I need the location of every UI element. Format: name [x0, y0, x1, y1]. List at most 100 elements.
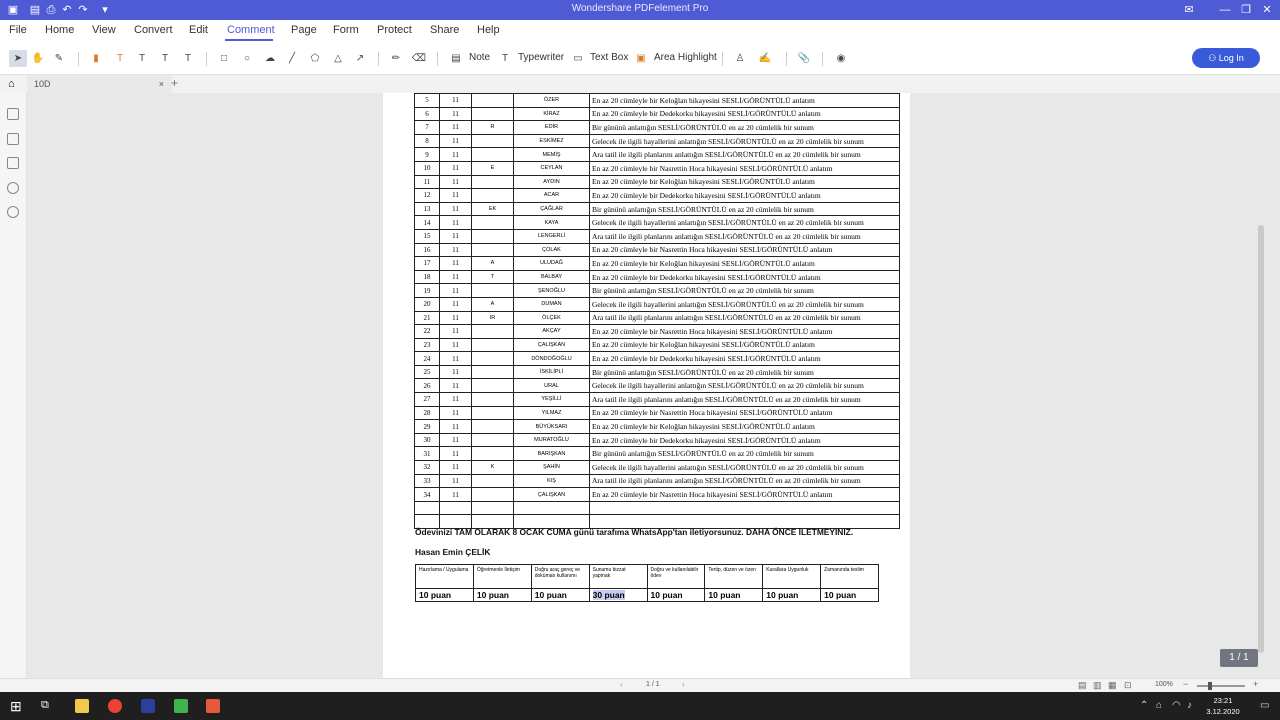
close-button[interactable]: ✕ [1255, 0, 1279, 20]
assignment-cell: Ara tatil ile ilgili planlarını anlattığ… [589, 228, 900, 244]
menu-help[interactable]: Help [477, 24, 500, 36]
network-icon[interactable]: ⌂ [1156, 700, 1162, 711]
menu-home[interactable]: Home [45, 24, 74, 36]
surname-cell: ŞENOĞLU [513, 283, 590, 298]
select-tool-icon[interactable]: ➤ [9, 50, 27, 67]
rubric-points: 10 puan [415, 588, 474, 602]
polygon-icon[interactable]: ⬠ [307, 50, 323, 67]
note-icon[interactable]: ▤ [448, 50, 464, 67]
system-clock[interactable]: 23:21 3.12.2020 [1200, 695, 1246, 717]
assignment-cell: Bir gününü anlattığın SESLİ/GÖRÜNTÜLÜ en… [589, 201, 900, 217]
typewriter-tool[interactable]: Typewriter [518, 52, 564, 63]
class-cell: 11 [439, 215, 472, 230]
row-number: 25 [414, 364, 440, 380]
row-number: 21 [414, 310, 440, 326]
zoom-slider-thumb[interactable] [1208, 682, 1212, 690]
textbox-icon[interactable]: ▭ [570, 50, 586, 67]
vertical-scrollbar[interactable] [1258, 225, 1264, 653]
home-icon[interactable]: ⌂ [8, 78, 15, 90]
pdfelement-icon[interactable] [141, 699, 155, 713]
comment-toolbar: ➤ ✋ ✎ ▮ T T T T □ ○ ☁ ╱ ⬠ △ ↗ ✏ ⌫ ▤ Note… [0, 42, 1280, 75]
menu-view[interactable]: View [92, 24, 116, 36]
zoom-out-icon[interactable]: − [1183, 679, 1188, 689]
edit-tool-icon[interactable]: ✎ [51, 50, 67, 67]
menu-share[interactable]: Share [430, 24, 459, 36]
rubric-points-selected[interactable]: 30 puan [588, 588, 648, 602]
underline-icon[interactable]: T [134, 50, 150, 67]
tab-close-icon[interactable]: × [159, 75, 164, 93]
login-button[interactable]: ⚇ Log In [1192, 48, 1260, 68]
page-indicator[interactable]: 1 / 1 [646, 681, 660, 688]
next-page-icon[interactable]: › [682, 680, 685, 689]
continuous-view-icon[interactable]: ▥ [1093, 680, 1102, 691]
menu-form[interactable]: Form [333, 24, 359, 36]
task-view-icon[interactable]: ⧉ [41, 699, 49, 712]
prev-page-icon[interactable]: ‹ [620, 680, 623, 689]
polyline-icon[interactable]: △ [330, 50, 346, 67]
row-number: 22 [414, 324, 440, 339]
eraser-icon[interactable]: ⌫ [411, 50, 427, 67]
teacher-name: Hasan Emin ÇELİK [415, 547, 491, 557]
arrow-icon[interactable]: ↗ [352, 50, 368, 67]
fit-width-icon[interactable]: ⊡ [1124, 680, 1132, 691]
row-number: 30 [414, 432, 440, 448]
squiggly-icon[interactable]: T [157, 50, 173, 67]
selected-text-highlight[interactable]: 30 puan [592, 590, 625, 600]
textbox-tool[interactable]: Text Box [590, 52, 628, 63]
oval-icon[interactable]: ○ [239, 50, 255, 67]
zoom-level[interactable]: 100% [1155, 681, 1173, 688]
area-highlight-icon[interactable]: ▣ [634, 50, 648, 67]
line-icon[interactable]: ╱ [284, 50, 300, 67]
pdf-page: 5 11 ÖZER En az 20 cümleyle bir Keloğlan hi… [383, 93, 910, 678]
area-highlight-tool[interactable]: Area Highlight [654, 52, 717, 63]
bookmark-icon[interactable] [7, 133, 19, 145]
two-page-view-icon[interactable]: ▦ [1108, 680, 1117, 691]
zoom-slider[interactable] [1197, 685, 1245, 687]
surname-cell: ÇOLAK [513, 242, 590, 258]
camtasia-recorder-icon[interactable] [174, 699, 188, 713]
single-page-view-icon[interactable]: ▤ [1078, 680, 1087, 691]
comments-icon[interactable] [7, 157, 19, 169]
strikethrough-icon[interactable]: T [112, 50, 128, 67]
menu-edit[interactable]: Edit [189, 24, 208, 36]
note-tool[interactable]: Note [469, 52, 490, 63]
signature-icon[interactable]: ✍ [756, 50, 774, 67]
surname-cell: ÖZER [513, 93, 590, 108]
tray-overflow-icon[interactable]: ⌃ [1140, 700, 1148, 711]
menu-convert[interactable]: Convert [134, 24, 173, 36]
table-row: 29 11 BÜYÜKSARI En az 20 cümleyle bir Keloğ… [414, 419, 900, 434]
menu-protect[interactable]: Protect [377, 24, 412, 36]
menu-file[interactable]: File [9, 24, 27, 36]
class-cell: 11 [439, 120, 472, 135]
hide-comments-icon[interactable]: ◉ [832, 50, 850, 67]
insert-text-icon[interactable]: T [180, 50, 196, 67]
new-tab-icon[interactable]: + [171, 76, 178, 90]
thumbnails-icon[interactable] [7, 108, 19, 120]
table-row: 16 11 ÇOLAK En az 20 cümleyle bir Nasrettin… [414, 242, 900, 258]
menu-page[interactable]: Page [291, 24, 317, 36]
title-bar: ▣ ▤ ⎙ ↶ ↷ ▾ Wondershare PDFelement Pro ✉… [0, 0, 1280, 20]
highlight-icon[interactable]: ▮ [88, 50, 104, 67]
pencil-icon[interactable]: ✏ [388, 50, 404, 67]
file-explorer-icon[interactable] [75, 699, 89, 713]
attachments-icon[interactable] [7, 182, 19, 194]
wifi-icon[interactable]: ◠ [1172, 700, 1181, 711]
class-cell: 11 [439, 310, 472, 326]
document-tab[interactable]: 10D × [27, 75, 172, 93]
table-row: 34 11 ÇALIŞKAN En az 20 cümleyle bir Nasret… [414, 487, 900, 502]
hand-tool-icon[interactable]: ✋ [30, 50, 46, 67]
chrome-icon[interactable] [108, 699, 122, 713]
search-icon[interactable] [7, 206, 19, 218]
attachment-icon[interactable]: 📎 [796, 50, 812, 67]
rectangle-icon[interactable]: □ [216, 50, 232, 67]
notifications-icon[interactable]: ▭ [1260, 700, 1269, 711]
mail-icon[interactable]: ✉ [1182, 3, 1196, 17]
windows-start-icon[interactable]: ⊞ [10, 698, 22, 715]
camtasia-icon[interactable] [206, 699, 220, 713]
cloud-icon[interactable]: ☁ [262, 50, 278, 67]
volume-icon[interactable]: ♪ [1187, 700, 1192, 711]
typewriter-icon[interactable]: T [498, 50, 512, 67]
menu-comment[interactable]: Comment [227, 24, 275, 36]
stamp-icon[interactable]: ♙ [732, 50, 748, 67]
zoom-in-icon[interactable]: + [1253, 679, 1258, 689]
